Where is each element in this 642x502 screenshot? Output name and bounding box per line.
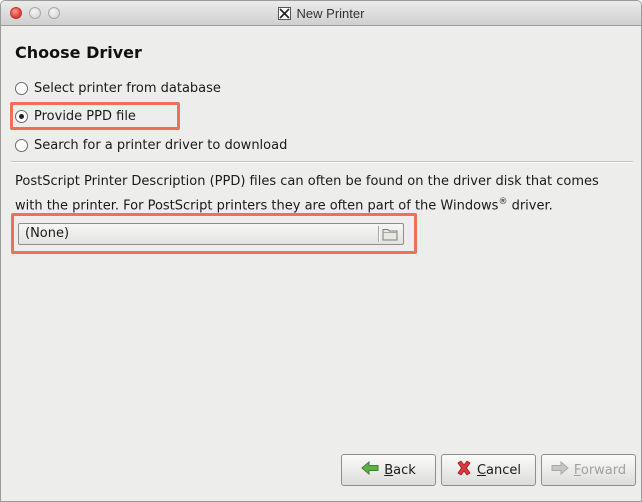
option-label: Search for a printer driver to download [34,137,288,153]
separator [11,161,633,163]
radio-search-driver-download[interactable] [15,138,28,152]
back-button[interactable]: Back [341,454,436,486]
arrow-right-icon [551,460,569,479]
option-search-driver-download[interactable]: Search for a printer driver to download [15,135,287,155]
x11-icon [277,7,291,20]
folder-icon [382,227,398,245]
cancel-x-icon [456,460,472,480]
radio-select-from-database[interactable] [15,81,28,95]
ppd-file-chooser-button[interactable]: (None) [18,223,404,245]
page-title: Choose Driver [15,43,142,62]
ppd-description: PostScript Printer Description (PPD) fil… [15,172,637,216]
cancel-button[interactable]: Cancel [441,454,536,486]
option-label: Provide PPD file [34,108,136,124]
title-bar[interactable]: New Printer [1,1,641,26]
window-title: New Printer [296,6,365,21]
radio-provide-ppd-file[interactable] [15,109,28,123]
new-printer-window: New Printer Choose Driver Select printer… [0,0,642,502]
option-label: Select printer from database [34,80,221,96]
file-chooser-value: (None) [25,226,70,241]
arrow-left-icon [361,460,379,479]
description-line-1: PostScript Printer Description (PPD) fil… [15,174,599,189]
divider [378,226,379,242]
option-select-from-database[interactable]: Select printer from database [15,78,221,98]
forward-button[interactable]: Forward [541,454,636,486]
option-provide-ppd-file[interactable]: Provide PPD file [15,106,136,126]
